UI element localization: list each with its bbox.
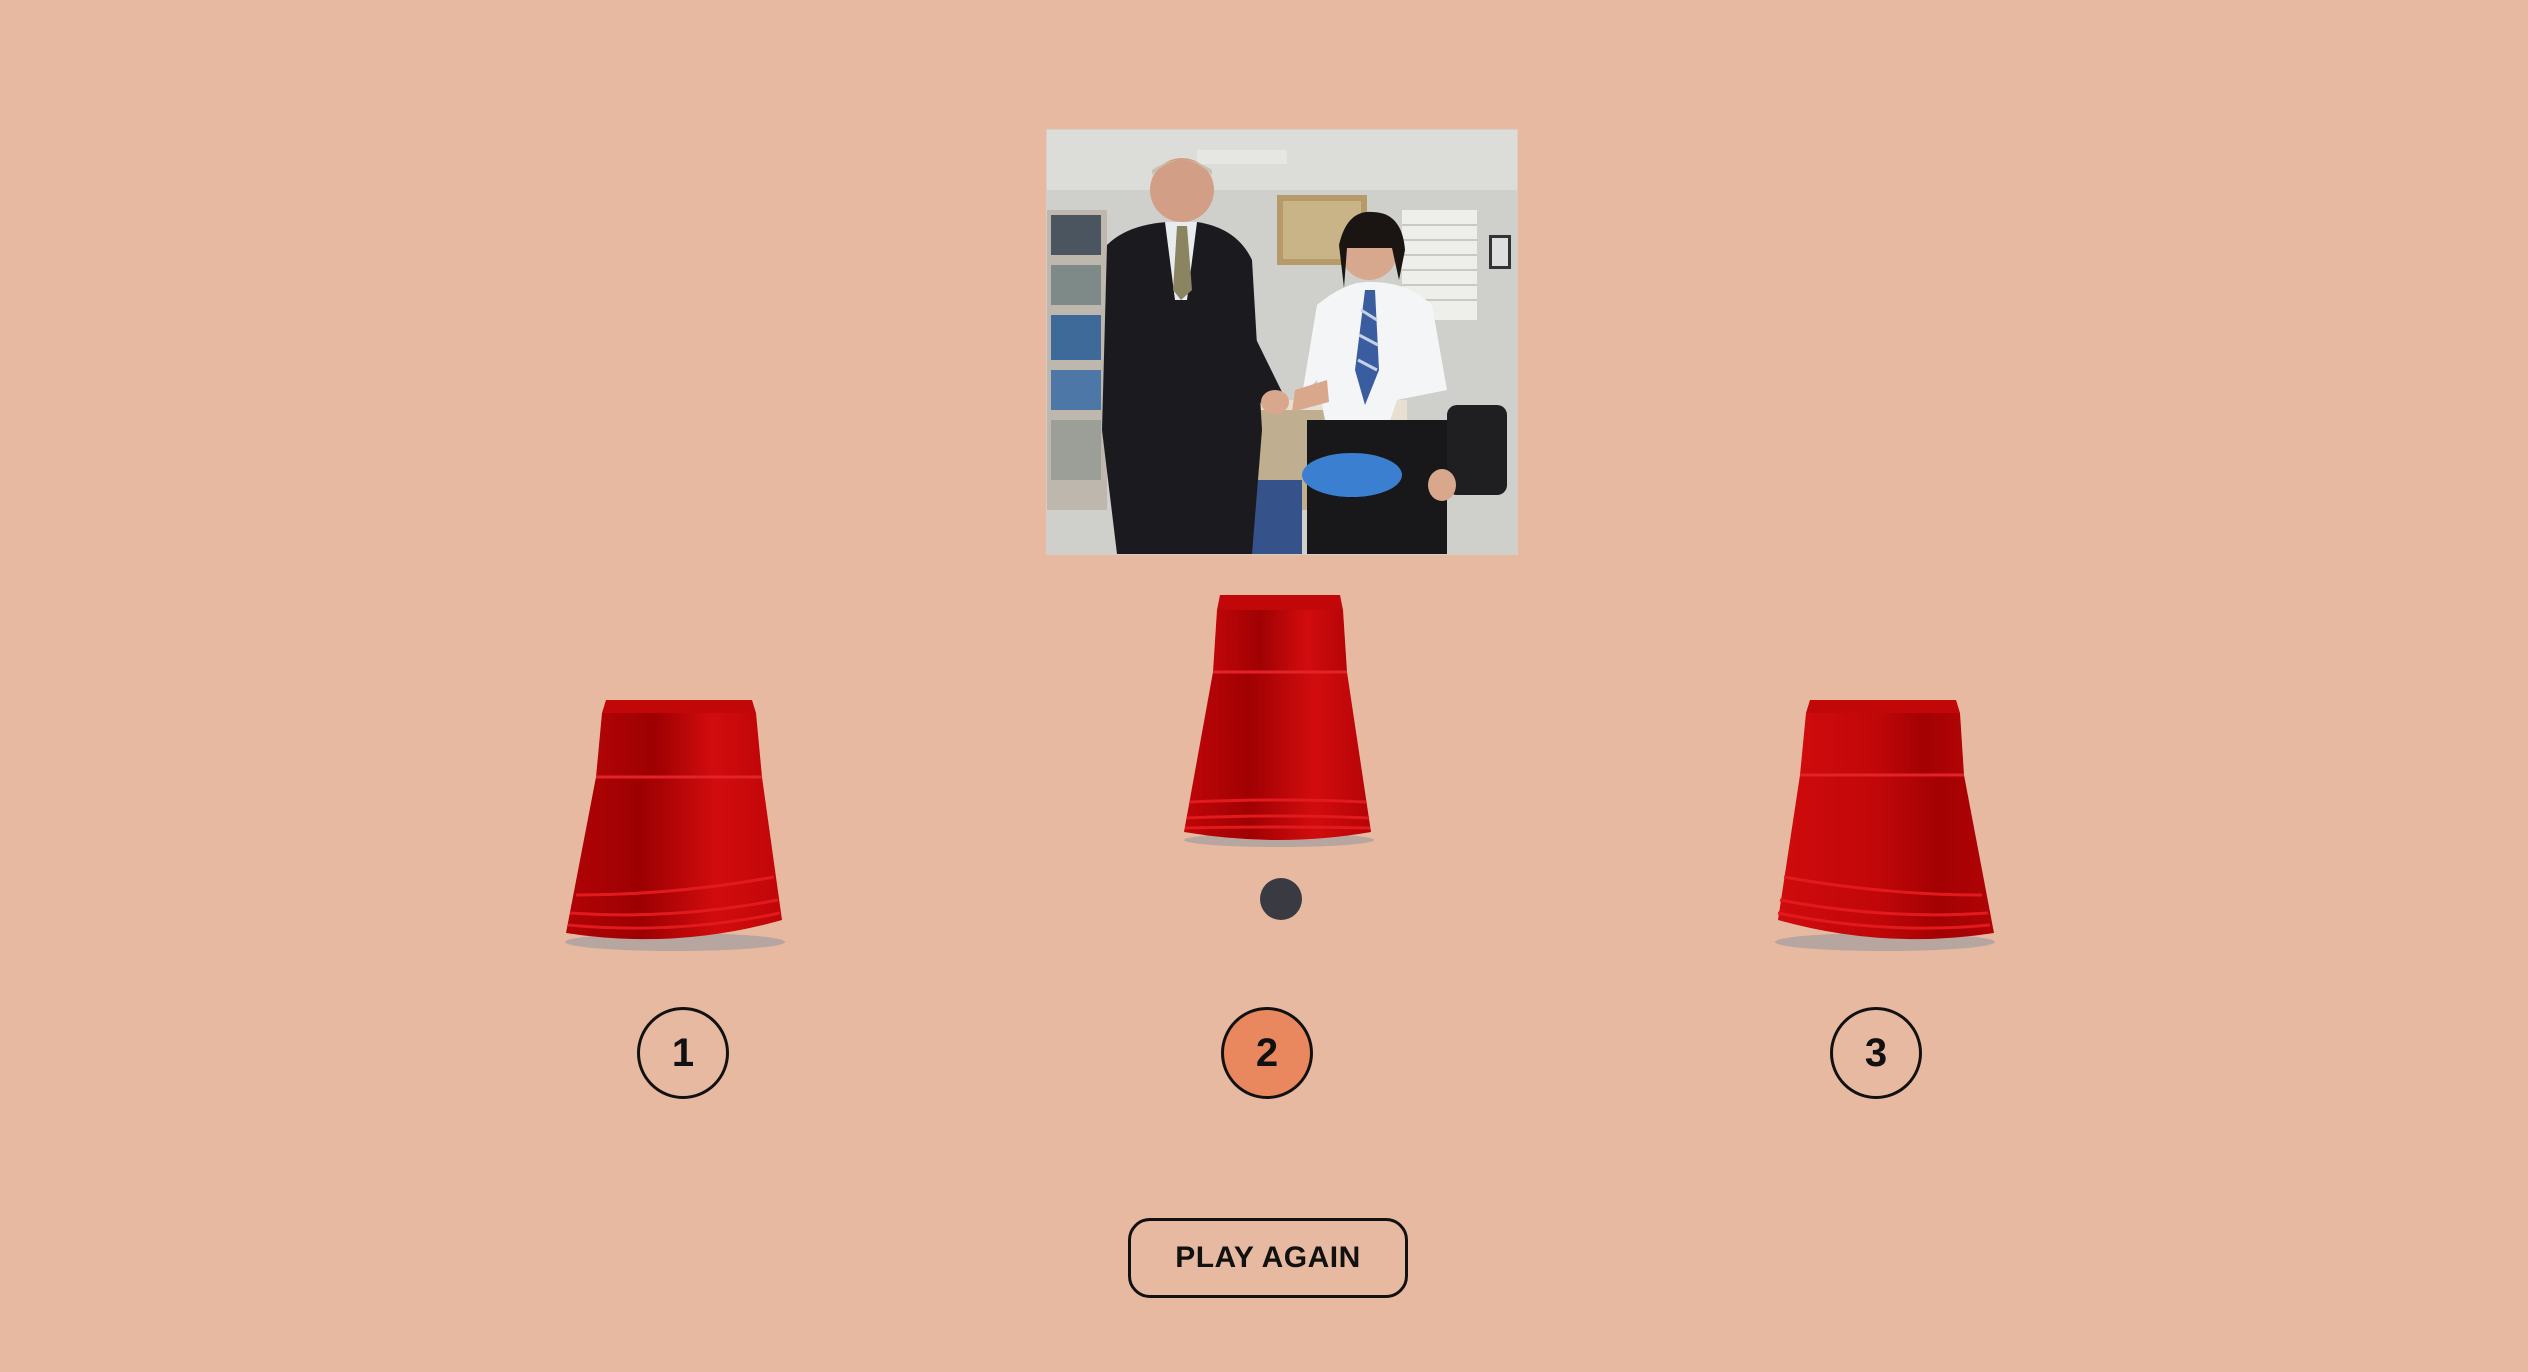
cup-2[interactable] xyxy=(1164,590,1394,850)
choice-2-label: 2 xyxy=(1255,1030,1279,1075)
choice-1-label: 1 xyxy=(671,1030,695,1075)
choice-3-label: 3 xyxy=(1864,1030,1888,1075)
play-again-label: PLAY AGAIN xyxy=(1175,1241,1361,1274)
choice-1-button[interactable]: 1 xyxy=(637,1007,729,1099)
play-again-button[interactable]: PLAY AGAIN xyxy=(1128,1218,1408,1298)
choice-3-button[interactable]: 3 xyxy=(1830,1007,1922,1099)
game-stage: 1 2 3 PLAY AGAIN xyxy=(0,0,2528,1372)
cup-3[interactable] xyxy=(1770,695,2000,955)
cup-1[interactable] xyxy=(560,695,790,955)
handshake-photo xyxy=(1046,129,1518,555)
ball xyxy=(1260,878,1302,920)
choice-2-button[interactable]: 2 xyxy=(1221,1007,1313,1099)
